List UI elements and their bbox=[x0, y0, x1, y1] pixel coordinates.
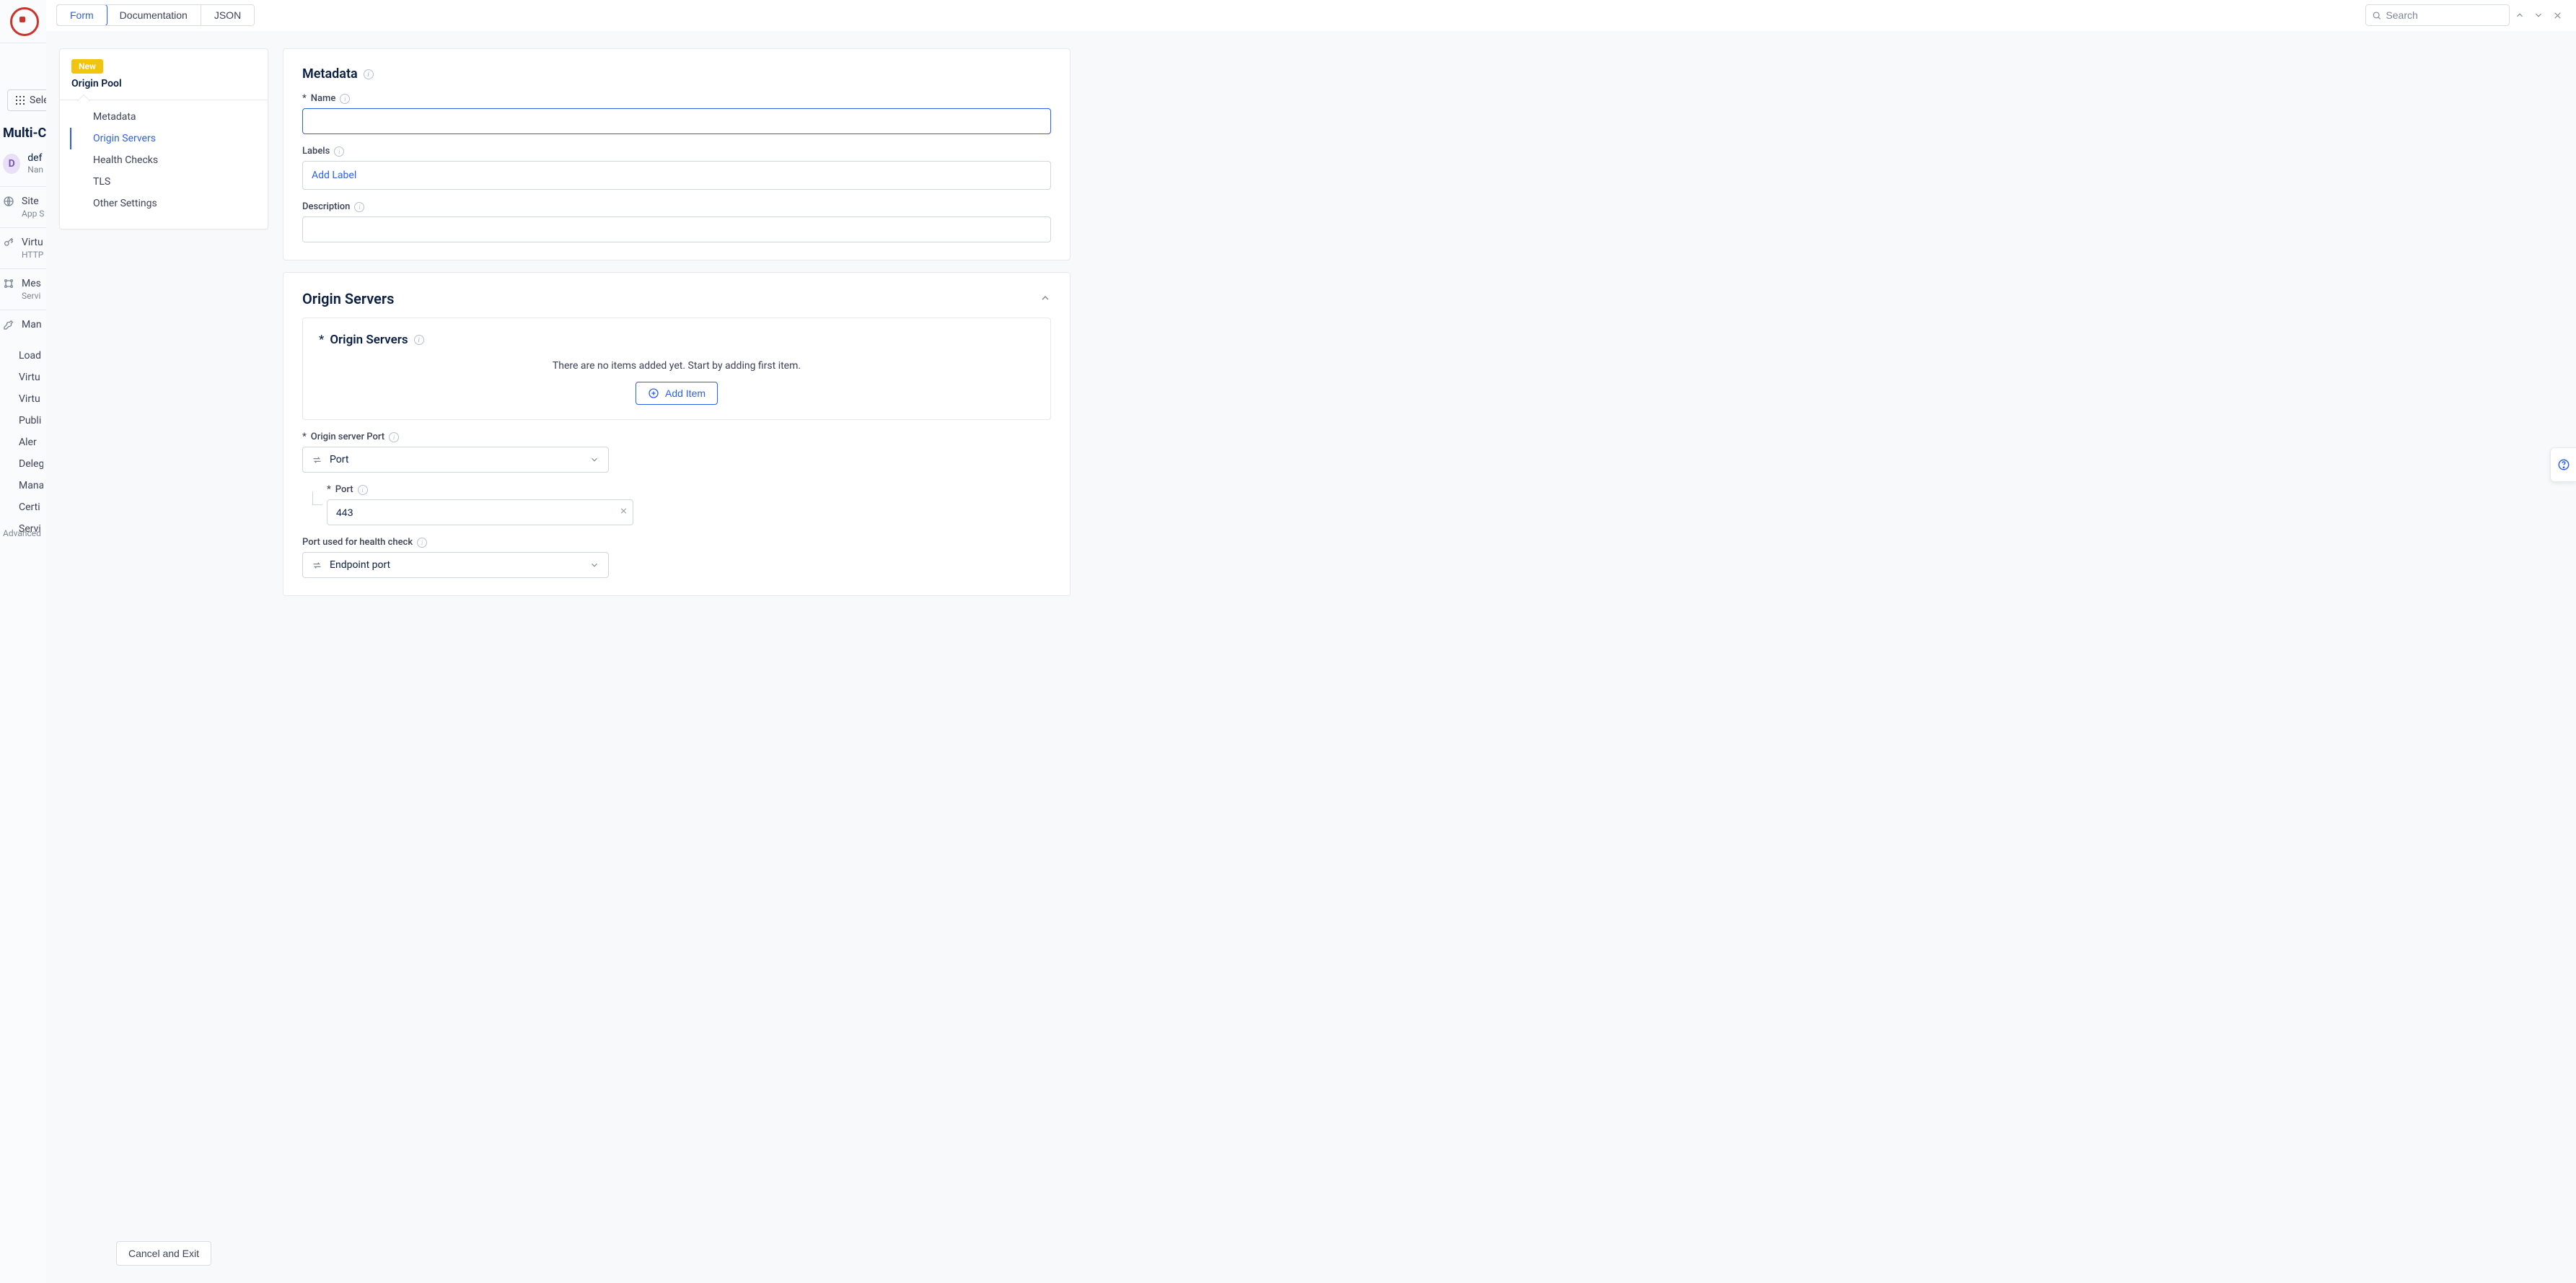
namespace-chip[interactable]: D def Nan bbox=[0, 149, 46, 187]
bg-sub-item[interactable]: Virtu bbox=[19, 388, 43, 410]
view-segmented-control: Form Documentation JSON bbox=[56, 4, 255, 26]
f5-logo bbox=[10, 7, 39, 36]
namespace-name: def bbox=[27, 152, 43, 165]
info-icon[interactable]: i bbox=[417, 538, 427, 548]
clear-port-button[interactable] bbox=[620, 507, 628, 518]
nav-item-origin-servers[interactable]: Origin Servers bbox=[70, 128, 268, 149]
close-icon bbox=[2553, 11, 2562, 20]
origin-servers-heading: Origin Servers bbox=[302, 290, 394, 307]
info-icon[interactable]: i bbox=[389, 432, 399, 442]
swap-icon bbox=[312, 560, 322, 571]
info-icon[interactable]: i bbox=[364, 69, 374, 79]
origin-port-select-value: Port bbox=[330, 454, 348, 465]
name-label: Name bbox=[311, 93, 336, 104]
empty-state-message: There are no items added yet. Start by a… bbox=[319, 360, 1034, 372]
search-input[interactable] bbox=[2386, 9, 2503, 21]
form-content: Metadata i Name i Labels i Add Label bbox=[283, 48, 2563, 1283]
hc-port-select-value: Endpoint port bbox=[330, 559, 390, 571]
nav-item-tls[interactable]: TLS bbox=[70, 171, 268, 193]
new-badge: New bbox=[71, 59, 103, 74]
labels-label: Labels bbox=[302, 146, 330, 157]
close-icon bbox=[620, 507, 628, 515]
cancel-button[interactable]: Cancel and Exit bbox=[116, 1241, 211, 1266]
bg-sidebar-content: Sele Multi-C D def Nan Site App S Virtu … bbox=[0, 79, 46, 546]
swap-icon bbox=[312, 455, 322, 465]
bg-nav-mesh[interactable]: Mes Servi bbox=[0, 269, 46, 310]
add-label-button[interactable]: Add Label bbox=[302, 161, 1051, 190]
bg-sub-item[interactable]: Aler bbox=[19, 432, 43, 453]
namespace-avatar: D bbox=[3, 154, 20, 174]
plus-circle-icon bbox=[648, 387, 659, 399]
bg-sub-item[interactable]: Publi bbox=[19, 410, 43, 432]
form-nav-card: New Origin Pool Metadata Origin Servers … bbox=[59, 48, 268, 229]
search-box[interactable] bbox=[2365, 4, 2510, 26]
bg-advanced-label: Advanced bbox=[3, 528, 41, 538]
hc-port-label: Port used for health check bbox=[302, 537, 413, 548]
info-icon[interactable]: i bbox=[414, 335, 424, 345]
search-close-button[interactable] bbox=[2549, 4, 2566, 26]
tab-documentation[interactable]: Documentation bbox=[107, 5, 201, 25]
info-icon[interactable]: i bbox=[334, 146, 344, 157]
globe-icon bbox=[3, 196, 14, 207]
add-item-button[interactable]: Add Item bbox=[636, 382, 718, 405]
add-item-label: Add Item bbox=[665, 387, 705, 399]
bg-sub-item[interactable]: Virtu bbox=[19, 367, 43, 388]
nav-item-health-checks[interactable]: Health Checks bbox=[70, 149, 268, 171]
chevron-up-icon bbox=[1039, 292, 1051, 304]
port-input[interactable] bbox=[327, 499, 633, 525]
required-asterisk: * bbox=[319, 333, 324, 347]
bg-nav-sites[interactable]: Site App S bbox=[0, 187, 46, 228]
origin-servers-list-card: * Origin Servers i There are no items ad… bbox=[302, 318, 1051, 420]
bg-nav-manage[interactable]: Man bbox=[0, 310, 46, 339]
search-icon bbox=[2372, 10, 2381, 21]
help-icon bbox=[2557, 458, 2570, 471]
form-nav-column: New Origin Pool Metadata Origin Servers … bbox=[59, 48, 268, 1283]
origin-servers-sub-heading: Origin Servers bbox=[330, 333, 408, 347]
info-icon[interactable]: i bbox=[354, 202, 364, 212]
grid-icon bbox=[15, 95, 25, 105]
chevron-down-icon bbox=[589, 560, 599, 570]
key-icon bbox=[3, 237, 14, 248]
origin-port-select[interactable]: Port bbox=[302, 447, 609, 473]
bg-page-title: Multi-C bbox=[0, 121, 46, 149]
form-nav-title: Origin Pool bbox=[71, 78, 256, 89]
metadata-section: Metadata i Name i Labels i Add Label bbox=[283, 48, 1071, 260]
chevron-down-icon bbox=[2533, 10, 2544, 20]
metadata-heading: Metadata bbox=[302, 66, 358, 82]
collapse-toggle[interactable] bbox=[1039, 290, 1051, 307]
bg-nav-virtual[interactable]: Virtu HTTP bbox=[0, 228, 46, 269]
description-input[interactable] bbox=[302, 216, 1051, 242]
search-prev-button[interactable] bbox=[2511, 4, 2528, 26]
modal-toolbar: Form Documentation JSON bbox=[46, 0, 2576, 31]
hc-port-select[interactable]: Endpoint port bbox=[302, 552, 609, 578]
chevron-down-icon bbox=[589, 455, 599, 465]
description-label: Description bbox=[302, 201, 350, 212]
origin-port-select-label: Origin server Port bbox=[311, 432, 384, 442]
nav-item-other-settings[interactable]: Other Settings bbox=[70, 193, 268, 214]
help-floating-button[interactable] bbox=[2550, 447, 2576, 482]
bg-sub-item[interactable]: Certi bbox=[19, 496, 43, 518]
tab-json[interactable]: JSON bbox=[201, 5, 254, 25]
namespace-sub: Nan bbox=[27, 165, 43, 175]
bg-manage-sublist: Load Virtu Virtu Publi Aler Deleg Mana C… bbox=[0, 339, 46, 546]
create-origin-pool-modal: Form Documentation JSON New bbox=[46, 0, 2576, 1283]
port-label: Port bbox=[335, 484, 353, 495]
bg-sub-item[interactable]: Deleg bbox=[19, 453, 43, 475]
search-next-button[interactable] bbox=[2530, 4, 2547, 26]
info-icon[interactable]: i bbox=[340, 94, 350, 104]
name-input[interactable] bbox=[302, 108, 1051, 134]
wrench-icon bbox=[3, 319, 14, 330]
mesh-icon bbox=[3, 278, 14, 289]
bg-sub-item[interactable]: Load bbox=[19, 345, 43, 367]
nav-item-metadata[interactable]: Metadata bbox=[70, 106, 268, 128]
chevron-up-icon bbox=[2515, 10, 2525, 20]
info-icon[interactable]: i bbox=[358, 485, 368, 495]
bg-sub-item[interactable]: Mana bbox=[19, 475, 43, 496]
tab-form[interactable]: Form bbox=[56, 4, 107, 26]
origin-servers-section: Origin Servers * Origin Servers i There … bbox=[283, 272, 1071, 596]
